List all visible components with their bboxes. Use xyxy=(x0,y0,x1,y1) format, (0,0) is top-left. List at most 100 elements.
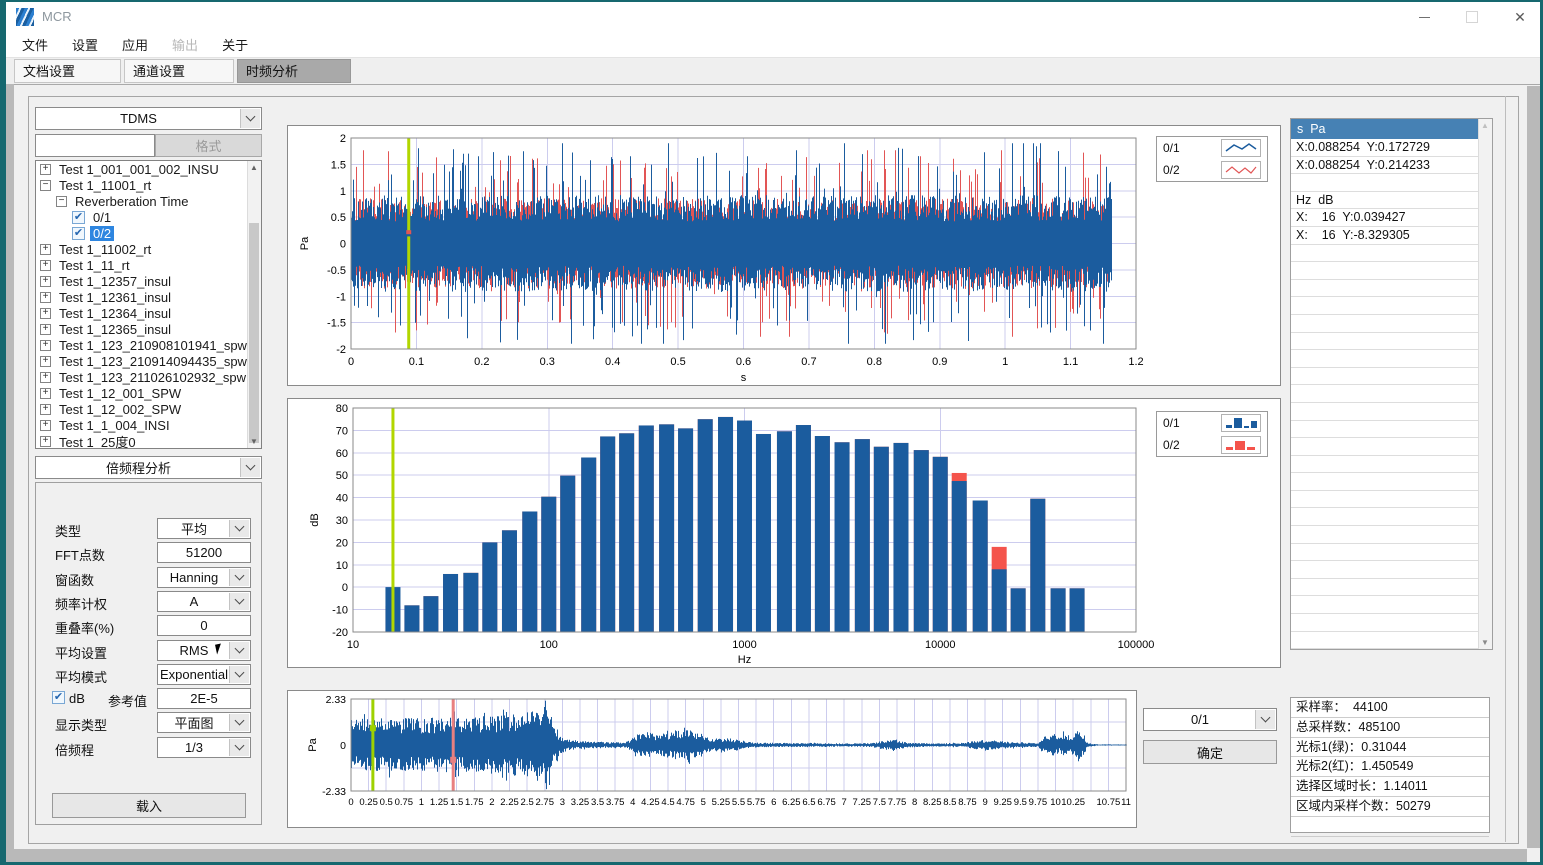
close-button[interactable]: ✕ xyxy=(1503,2,1537,32)
expand-plus-icon[interactable]: + xyxy=(40,164,51,175)
cursor-value-row[interactable]: X:0.088254 Y:0.214233 xyxy=(1291,157,1479,175)
tree-item[interactable]: + Test 1_001_001_002_INSU xyxy=(36,161,261,177)
tree-item-label[interactable]: Test 1_12361_insul xyxy=(56,290,174,305)
cursor-value-row[interactable] xyxy=(1291,280,1479,298)
bar-ch1[interactable] xyxy=(874,447,889,632)
bar-ch1[interactable] xyxy=(777,431,792,632)
tree-item-label[interactable]: Test 1_12_001_SPW xyxy=(56,386,184,401)
tree-item-label[interactable]: 0/1 xyxy=(90,210,114,225)
cursor-value-row[interactable]: Hz dB xyxy=(1291,192,1479,210)
cursor-value-row[interactable] xyxy=(1291,473,1479,491)
cursor-value-row[interactable]: X: 16 Y:-8.329305 xyxy=(1291,227,1479,245)
cursor-value-row[interactable]: X:0.088254 Y:0.172729 xyxy=(1291,139,1479,157)
expand-plus-icon[interactable]: + xyxy=(40,420,51,431)
expand-plus-icon[interactable]: + xyxy=(40,244,51,255)
bar-ch1[interactable] xyxy=(1030,499,1045,632)
tree-item-label[interactable]: Test 1_11_rt xyxy=(56,258,133,273)
cursor-value-row[interactable] xyxy=(1291,491,1479,509)
file-format-select[interactable]: TDMS xyxy=(35,107,262,130)
bar-ch1[interactable] xyxy=(659,424,674,632)
bar-ch1[interactable] xyxy=(522,511,537,632)
cursor-value-row[interactable] xyxy=(1291,403,1479,421)
cursor-value-row[interactable] xyxy=(1291,333,1479,351)
tree-item[interactable]: +Test 1_123_210908101941_spw xyxy=(36,337,261,353)
cursor-value-row[interactable] xyxy=(1291,297,1479,315)
bar-ch1[interactable] xyxy=(600,436,615,632)
setting-select[interactable]: 平均 xyxy=(157,518,251,539)
expand-plus-icon[interactable]: + xyxy=(40,292,51,303)
chevron-down-icon[interactable] xyxy=(229,569,249,586)
tree-item[interactable]: −Test 1_11001_rt xyxy=(36,177,261,193)
bar-ch1[interactable] xyxy=(855,439,870,632)
cursor-value-row[interactable] xyxy=(1291,526,1479,544)
setting-input[interactable]: 0 xyxy=(157,615,251,636)
tree-item[interactable]: +Test 1_25度0 xyxy=(36,433,261,449)
cursor-value-row[interactable] xyxy=(1291,385,1479,403)
menu-item[interactable]: 文件 xyxy=(22,35,48,54)
bar-ch1[interactable] xyxy=(541,497,556,632)
tab-item[interactable]: 文档设置 xyxy=(14,59,121,83)
load-button[interactable]: 载入 xyxy=(52,793,246,818)
channel-select[interactable]: 0/1 xyxy=(1143,708,1277,731)
tree-item[interactable]: + Test 1_123_210914094435_spw xyxy=(36,353,261,369)
filter-input[interactable] xyxy=(35,134,155,157)
chevron-down-icon[interactable] xyxy=(229,520,249,537)
cursor-value-row[interactable]: X: 16 Y:0.039427 xyxy=(1291,209,1479,227)
expand-plus-icon[interactable]: + xyxy=(40,356,51,367)
cursor-value-row[interactable] xyxy=(1291,579,1479,597)
tab-active[interactable]: 时频分析 xyxy=(237,59,351,83)
tree-item[interactable]: + Test 1_12361_insul xyxy=(36,289,261,305)
bar-ch1[interactable] xyxy=(463,573,478,632)
db-checkbox[interactable]: ✔ xyxy=(52,691,65,704)
setting-select[interactable]: Hanning xyxy=(157,567,251,588)
scroll-up-icon[interactable]: ▲ xyxy=(248,161,260,174)
analysis-type-select[interactable]: 倍频程分析 xyxy=(35,456,262,479)
tree-scrollbar-thumb[interactable] xyxy=(249,223,259,443)
setting-input[interactable]: 51200 xyxy=(157,542,251,563)
tree-item-label[interactable]: Reverberation Time xyxy=(72,194,191,209)
bar-ch1[interactable] xyxy=(698,419,713,632)
bar-ch1[interactable] xyxy=(718,417,733,632)
bar-ch1[interactable] xyxy=(560,476,575,632)
bar-ch1[interactable] xyxy=(815,436,830,632)
bar-ch1[interactable] xyxy=(893,443,908,632)
octave-spectrum-chart[interactable]: 80706050403020100-10-2010100100010000100… xyxy=(288,399,1282,669)
tree-item-label[interactable]: Test 1_12365_insul xyxy=(56,322,174,337)
tree-item-label[interactable]: Test 1_123_210914094435_spw xyxy=(56,354,250,369)
chevron-down-icon[interactable] xyxy=(240,458,260,477)
menu-item[interactable]: 关于 xyxy=(222,35,248,54)
menu-item[interactable]: 设置 xyxy=(72,35,98,54)
minimize-button[interactable] xyxy=(1407,2,1441,32)
bar-ch1[interactable] xyxy=(1070,588,1085,632)
channel-checkbox[interactable]: ✔ xyxy=(72,211,85,224)
bar-ch1[interactable] xyxy=(639,425,654,632)
bar-ch1[interactable] xyxy=(835,442,850,632)
scroll-up-icon[interactable]: ▲ xyxy=(1479,119,1491,132)
scroll-down-icon[interactable]: ▼ xyxy=(1479,636,1491,649)
full-waveform-chart[interactable]: 2.330-2.3300.250.50.7511.251.51.7522.252… xyxy=(288,691,1138,829)
right-scrollbar[interactable] xyxy=(1527,86,1540,848)
tree-item[interactable]: −Reverberation Time xyxy=(36,193,261,209)
cursor-value-row[interactable] xyxy=(1291,596,1479,614)
bar-ch1[interactable] xyxy=(1011,588,1026,632)
bar-ch1[interactable] xyxy=(404,605,419,632)
chevron-down-icon[interactable] xyxy=(229,739,249,756)
expand-plus-icon[interactable]: + xyxy=(40,340,51,351)
cursor-value-row[interactable] xyxy=(1291,456,1479,474)
expand-plus-icon[interactable]: + xyxy=(40,260,51,271)
cursor-value-row[interactable] xyxy=(1291,632,1479,650)
chevron-down-icon[interactable] xyxy=(229,642,249,659)
setting-select[interactable]: A xyxy=(157,591,251,612)
channel-checkbox[interactable]: ✔ xyxy=(72,227,85,240)
collapse-minus-icon[interactable]: − xyxy=(40,180,51,191)
setting-select[interactable]: 平面图 xyxy=(157,712,251,733)
tree-item[interactable]: ✔0/2 xyxy=(36,225,261,241)
cursor-value-row[interactable] xyxy=(1291,438,1479,456)
cursor-value-row[interactable] xyxy=(1291,350,1479,368)
cursor-value-row[interactable] xyxy=(1291,508,1479,526)
expand-plus-icon[interactable]: + xyxy=(40,372,51,383)
setting-select[interactable]: Exponential xyxy=(157,664,251,685)
expand-plus-icon[interactable]: + xyxy=(40,324,51,335)
tree-item-label[interactable]: Test 1_001_001_002_INSU xyxy=(56,162,222,177)
tree-scrollbar[interactable]: ▲ ▼ xyxy=(247,161,261,448)
